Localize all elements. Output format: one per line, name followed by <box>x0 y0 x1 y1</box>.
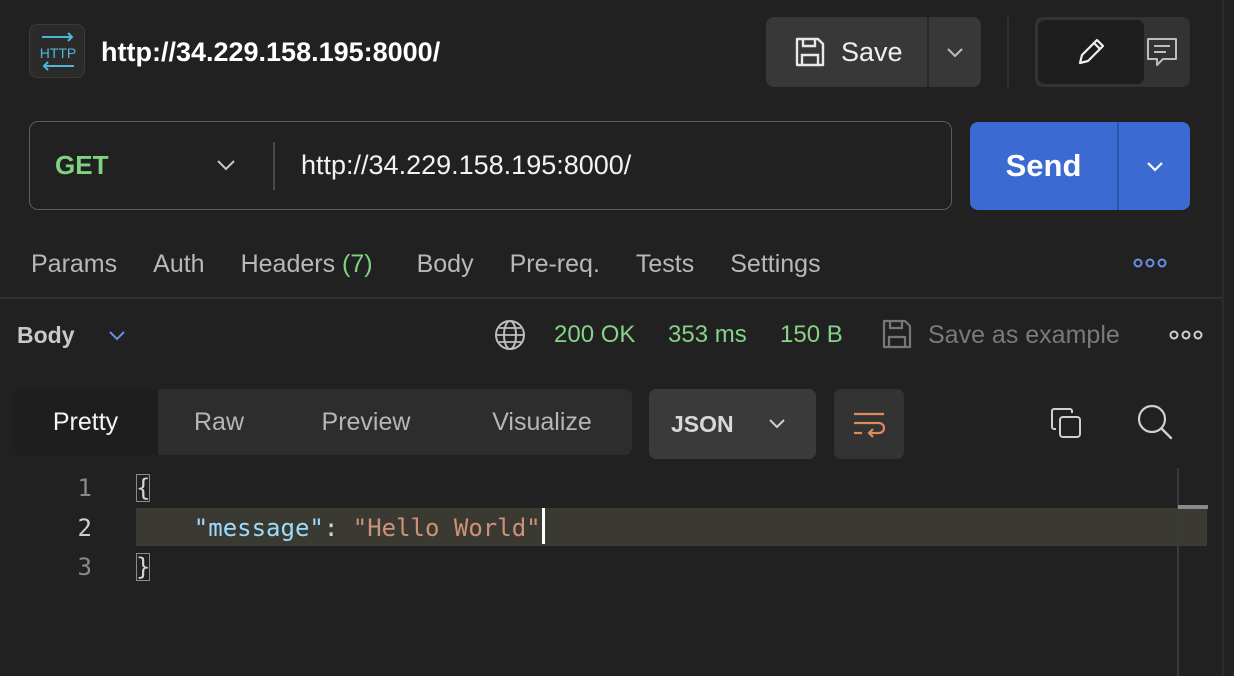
search-icon[interactable] <box>1134 401 1176 443</box>
tab-settings[interactable]: Settings <box>730 250 820 279</box>
comments-button[interactable] <box>1144 20 1188 84</box>
globe-icon[interactable] <box>493 318 527 352</box>
method-select[interactable]: GET <box>55 122 108 208</box>
scrollbar-marker <box>1178 505 1208 509</box>
floppy-disk-icon <box>882 319 912 349</box>
copy-icon[interactable] <box>1046 403 1086 443</box>
pencil-icon <box>1078 38 1105 65</box>
response-section-label[interactable]: Body <box>17 318 75 352</box>
tab-raw[interactable]: Raw <box>158 389 280 455</box>
json-key: "message" <box>193 514 324 542</box>
matching-brace: } <box>136 553 151 581</box>
format-select[interactable]: JSON <box>649 389 816 459</box>
chevron-down-icon[interactable] <box>213 152 239 178</box>
code-line: "message": "Hello World" <box>136 508 545 548</box>
send-options-button[interactable] <box>1119 122 1190 210</box>
chevron-down-icon <box>769 419 785 429</box>
text-cursor <box>541 508 545 544</box>
line-number: 3 <box>77 553 92 581</box>
divider <box>273 142 275 190</box>
comment-icon <box>1147 38 1177 66</box>
save-as-example-button[interactable]: Save as example <box>928 318 1120 352</box>
response-size[interactable]: 150 B <box>780 318 843 352</box>
response-time[interactable]: 353 ms <box>668 318 747 352</box>
code-line: } <box>136 547 151 587</box>
tab-preview[interactable]: Preview <box>280 389 452 455</box>
toolbar-divider <box>1007 17 1009 87</box>
tab-pretty[interactable]: Pretty <box>13 389 158 455</box>
json-colon: : <box>323 514 353 542</box>
tab-auth[interactable]: Auth <box>153 250 204 279</box>
url-input[interactable]: http://34.229.158.195:8000/ <box>301 122 631 208</box>
save-button[interactable]: Save <box>766 17 927 87</box>
send-button[interactable]: Send <box>970 122 1117 210</box>
code-line: { <box>136 468 151 508</box>
save-button-group: Save <box>766 17 981 87</box>
svg-text:HTTP: HTTP <box>40 45 77 61</box>
tab-params[interactable]: Params <box>31 250 117 279</box>
request-bar: GET http://34.229.158.195:8000/ <box>29 121 952 210</box>
line-number: 2 <box>77 514 92 542</box>
view-mode-toggle <box>1035 17 1190 87</box>
request-tabs: Params Auth Headers (7) Body Pre-req. Te… <box>31 246 821 282</box>
word-wrap-button[interactable] <box>834 389 904 459</box>
line-number: 1 <box>77 474 92 502</box>
tab-prereq[interactable]: Pre-req. <box>510 250 600 279</box>
scrollbar-track[interactable] <box>1177 468 1179 676</box>
json-string-value: "Hello World" <box>352 514 541 542</box>
chevron-down-icon <box>947 48 963 58</box>
section-divider <box>0 297 1222 299</box>
word-wrap-icon <box>854 412 886 438</box>
response-body-editor[interactable]: 1 2 3 { "message": "Hello World" } <box>0 468 1222 676</box>
response-view-tabs: Pretty Raw Preview Visualize <box>13 389 632 455</box>
tab-visualize[interactable]: Visualize <box>452 389 632 455</box>
tab-headers[interactable]: Headers (7) <box>241 250 373 279</box>
pane-divider <box>1222 0 1224 676</box>
tab-headers-label: Headers <box>240 249 336 278</box>
request-title: http://34.229.158.195:8000/ <box>101 37 441 67</box>
tab-body[interactable]: Body <box>417 250 474 279</box>
send-button-group: Send <box>970 122 1190 210</box>
matching-brace: { <box>136 474 151 502</box>
floppy-disk-icon <box>795 37 825 67</box>
chevron-down-icon[interactable] <box>106 324 128 346</box>
chevron-down-icon <box>1146 162 1163 172</box>
save-options-button[interactable] <box>929 17 981 87</box>
more-tabs-icon[interactable] <box>1133 255 1167 271</box>
more-options-icon[interactable] <box>1169 327 1203 343</box>
format-label: JSON <box>671 410 734 437</box>
edit-mode-button[interactable] <box>1038 20 1144 84</box>
status-code[interactable]: 200 OK <box>554 318 635 352</box>
save-label: Save <box>841 36 903 67</box>
tab-tests[interactable]: Tests <box>636 250 694 279</box>
headers-count: (7) <box>342 249 373 278</box>
http-request-icon: HTTP <box>29 24 85 78</box>
